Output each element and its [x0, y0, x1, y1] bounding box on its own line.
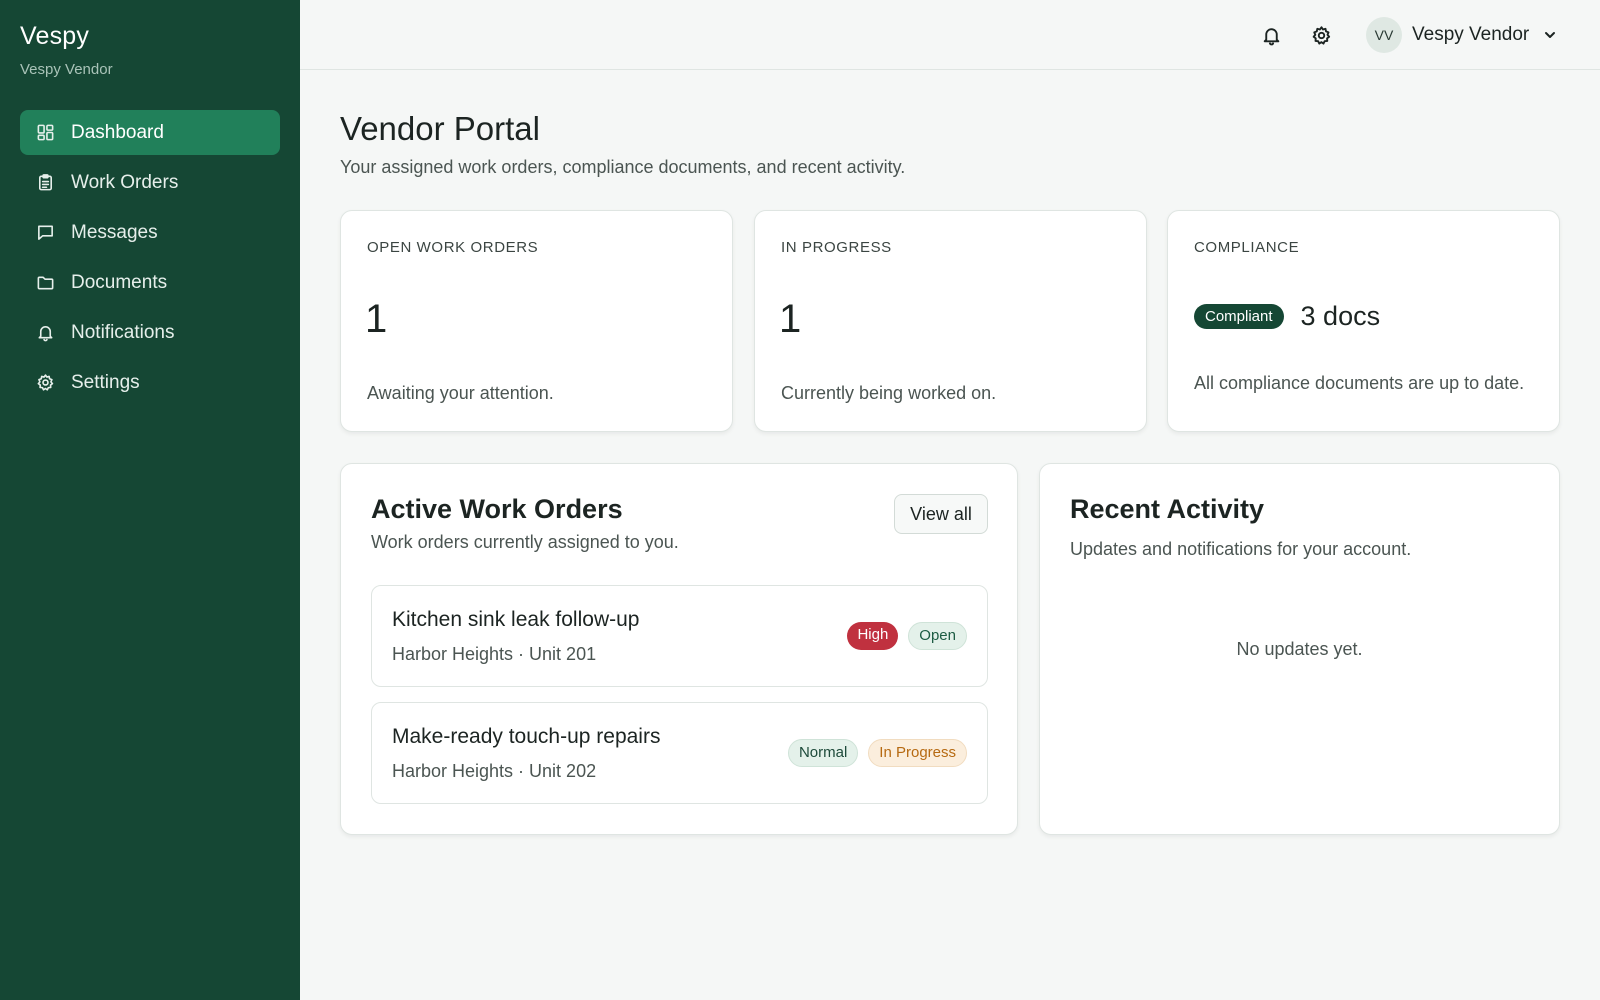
sidebar-item-notifications[interactable]: Notifications: [20, 310, 280, 355]
sidebar-item-messages[interactable]: Messages: [20, 210, 280, 255]
priority-badge: Normal: [787, 739, 859, 767]
work-order-badges: High Open: [847, 622, 967, 650]
panel-subtitle: Work orders currently assigned to you.: [371, 532, 679, 552]
work-order-location: Harbor Heights · Unit 201: [392, 644, 597, 664]
active-work-orders-panel: Active Work Orders Work orders currently…: [340, 463, 1018, 835]
dashboard-icon: [35, 123, 55, 143]
work-order-location: Harbor Heights · Unit 202: [392, 761, 597, 781]
priority-badge: High: [847, 622, 899, 650]
work-order-badges: Normal In Progress: [787, 739, 967, 767]
stat-label: IN PROGRESS: [781, 239, 892, 256]
panel-subtitle: Updates and notifications for your accou…: [1070, 539, 1412, 559]
compliance-doc-count: 3 docs: [1300, 301, 1381, 331]
gear-icon: [35, 373, 55, 393]
gear-icon[interactable]: [1308, 22, 1334, 48]
chevron-down-icon: [1543, 28, 1557, 42]
message-icon: [35, 223, 55, 243]
empty-state-text: No updates yet.: [1236, 639, 1363, 659]
sidebar-item-documents[interactable]: Documents: [20, 260, 280, 305]
folder-icon: [35, 273, 55, 293]
open-work-orders-card: OPEN WORK ORDERS 1 Awaiting your attenti…: [340, 210, 733, 432]
sidebar-item-label: Notifications: [71, 321, 175, 343]
work-order-title: Kitchen sink leak follow-up: [392, 608, 640, 631]
stat-value: 1: [365, 297, 388, 341]
bell-icon: [35, 323, 55, 343]
topbar: VV Vespy Vendor: [300, 0, 1600, 70]
sidebar-nav: Dashboard Work Orders Messages Documents…: [20, 110, 280, 410]
stat-value: 1: [779, 297, 802, 341]
work-order-item[interactable]: Make-ready touch-up repairs Harbor Heigh…: [371, 702, 988, 804]
stat-note: Awaiting your attention.: [367, 383, 554, 403]
brand-name: Vespy: [20, 22, 90, 50]
compliance-summary: Compliant 3 docs: [1194, 301, 1380, 332]
status-badge: Compliant: [1194, 304, 1284, 329]
bell-icon[interactable]: [1258, 22, 1284, 48]
panel-title: Recent Activity: [1070, 494, 1265, 524]
stat-note: All compliance documents are up to date.: [1194, 373, 1525, 393]
status-badge: In Progress: [868, 739, 967, 767]
page-title: Vendor Portal: [340, 110, 540, 147]
clipboard-icon: [35, 173, 55, 193]
sidebar-item-label: Messages: [71, 221, 158, 243]
sidebar-item-label: Work Orders: [71, 171, 179, 193]
recent-activity-panel: Recent Activity Updates and notification…: [1039, 463, 1560, 835]
stat-label: OPEN WORK ORDERS: [367, 239, 539, 256]
sidebar-item-label: Settings: [71, 371, 140, 393]
compliance-card: COMPLIANCE Compliant 3 docs All complian…: [1167, 210, 1560, 432]
sidebar-item-label: Dashboard: [71, 121, 164, 143]
status-badge: Open: [908, 622, 967, 650]
stat-label: COMPLIANCE: [1194, 239, 1300, 256]
work-order-title: Make-ready touch-up repairs: [392, 725, 661, 748]
user-name: Vespy Vendor: [1412, 24, 1530, 45]
stat-note: Currently being worked on.: [781, 383, 997, 403]
panel-title: Active Work Orders: [371, 494, 623, 524]
sidebar-item-settings[interactable]: Settings: [20, 360, 280, 405]
in-progress-card: IN PROGRESS 1 Currently being worked on.: [754, 210, 1147, 432]
brand: Vespy Vespy Vendor: [20, 22, 113, 78]
work-order-item[interactable]: Kitchen sink leak follow-up Harbor Heigh…: [371, 585, 988, 687]
sidebar-item-label: Documents: [71, 271, 168, 293]
brand-subtitle: Vespy Vendor: [20, 61, 113, 78]
sidebar-item-work-orders[interactable]: Work Orders: [20, 160, 280, 205]
user-menu[interactable]: VV Vespy Vendor: [1366, 17, 1557, 53]
avatar: VV: [1366, 17, 1402, 53]
sidebar-item-dashboard[interactable]: Dashboard: [20, 110, 280, 155]
sidebar: Vespy Vespy Vendor Dashboard Work Orders…: [0, 0, 300, 1000]
page-subtitle: Your assigned work orders, compliance do…: [340, 157, 906, 177]
view-all-button[interactable]: View all: [894, 494, 988, 534]
